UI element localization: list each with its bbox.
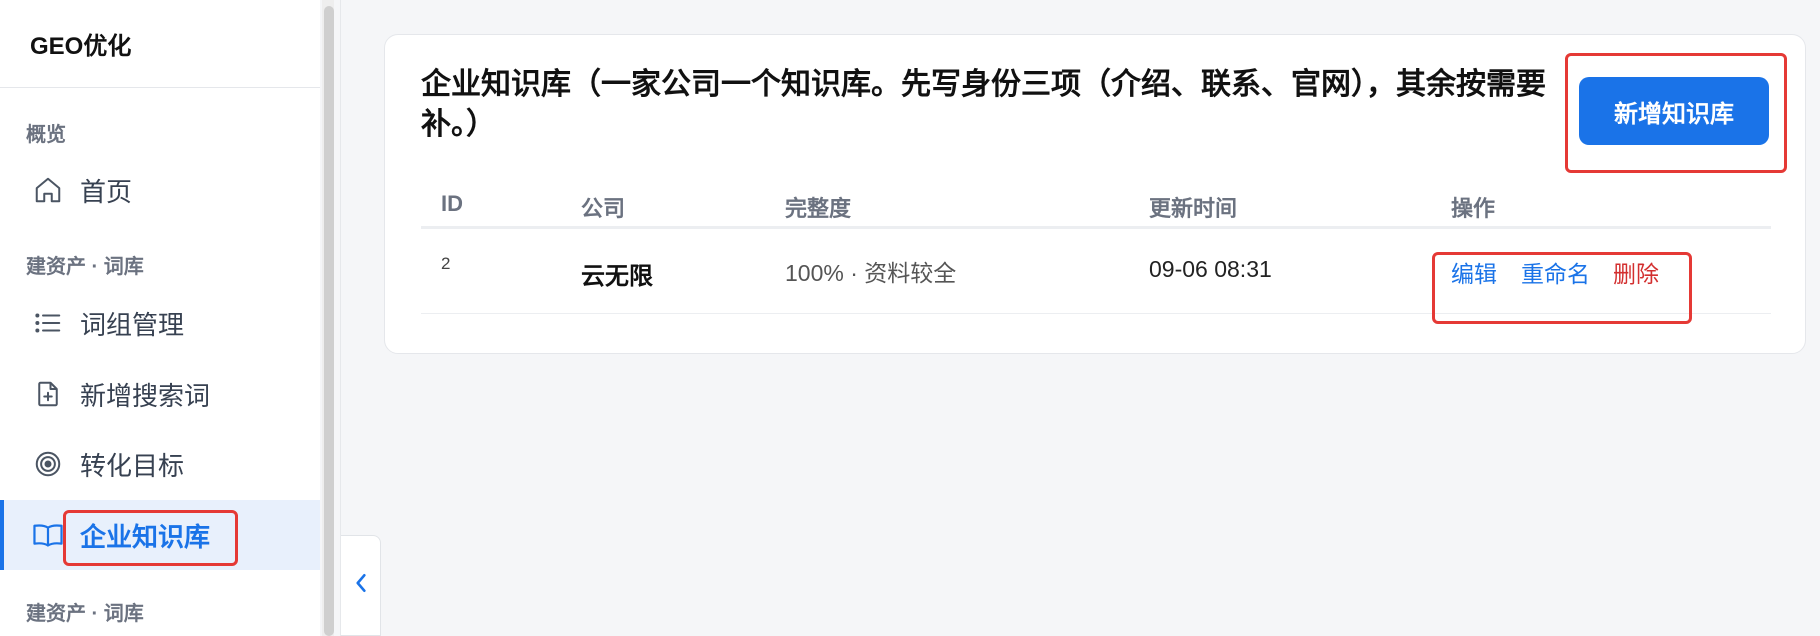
sidebar-item-add-search-term[interactable]: 新增搜索词 xyxy=(0,359,320,429)
section-title-assets-2: 建资产 · 词库 xyxy=(26,603,144,625)
home-icon xyxy=(32,174,64,206)
brand-logo: GEO优化 xyxy=(0,0,320,88)
page-title: 企业知识库（一家公司一个知识库。先写身份三项（介绍、联系、官网），其余按需要补。… xyxy=(421,68,1546,141)
list-icon xyxy=(32,307,64,339)
cell-completeness: 100% · 资料较全 xyxy=(785,260,957,286)
rename-link[interactable]: 重命名 xyxy=(1521,255,1590,289)
column-header-company: 公司 xyxy=(581,196,626,221)
column-header-id: ID xyxy=(441,191,463,216)
add-knowledge-base-button[interactable]: 新增知识库 xyxy=(1579,77,1769,145)
sidebar: GEO优化 概览 首页 建资产 · 词库 词组管理 新增搜索词 转化目标 企业知… xyxy=(0,0,320,636)
sidebar-scrollbar-thumb[interactable] xyxy=(324,6,334,636)
column-header-updated: 更新时间 xyxy=(1149,196,1238,221)
section-title-overview: 概览 xyxy=(26,124,66,146)
sidebar-item-label: 企业知识库 xyxy=(80,521,211,552)
table-row: 2 云无限 100% · 资料较全 09-06 08:31 编辑 重命名 删除 xyxy=(421,232,1771,314)
cell-id: 2 xyxy=(441,254,451,273)
file-add-icon xyxy=(32,378,64,410)
chevron-left-icon xyxy=(353,572,369,599)
edit-link[interactable]: 编辑 xyxy=(1451,255,1497,289)
target-icon xyxy=(32,448,64,480)
sidebar-item-label: 首页 xyxy=(80,176,133,207)
sidebar-item-label: 新增搜索词 xyxy=(80,380,211,411)
sidebar-item-home[interactable]: 首页 xyxy=(0,155,320,225)
section-title-assets: 建资产 · 词库 xyxy=(26,256,144,278)
column-header-completeness: 完整度 xyxy=(785,196,852,221)
sidebar-item-conversion-goals[interactable]: 转化目标 xyxy=(0,429,320,499)
sidebar-item-knowledge-base[interactable]: 企业知识库 xyxy=(0,500,320,570)
column-header-actions: 操作 xyxy=(1451,196,1496,221)
cell-company: 云无限 xyxy=(581,263,653,290)
collapse-sidebar-button[interactable] xyxy=(341,535,381,636)
book-icon xyxy=(32,519,64,551)
delete-link[interactable]: 删除 xyxy=(1613,255,1659,289)
cell-updated: 09-06 08:31 xyxy=(1149,256,1272,282)
sidebar-item-label: 词组管理 xyxy=(80,309,185,340)
knowledge-base-card: 企业知识库（一家公司一个知识库。先写身份三项（介绍、联系、官网），其余按需要补。… xyxy=(384,34,1806,354)
table-header: ID 公司 完整度 更新时间 操作 xyxy=(421,185,1771,229)
sidebar-item-phrase-groups[interactable]: 词组管理 xyxy=(0,288,320,358)
sidebar-item-label: 转化目标 xyxy=(80,450,185,481)
